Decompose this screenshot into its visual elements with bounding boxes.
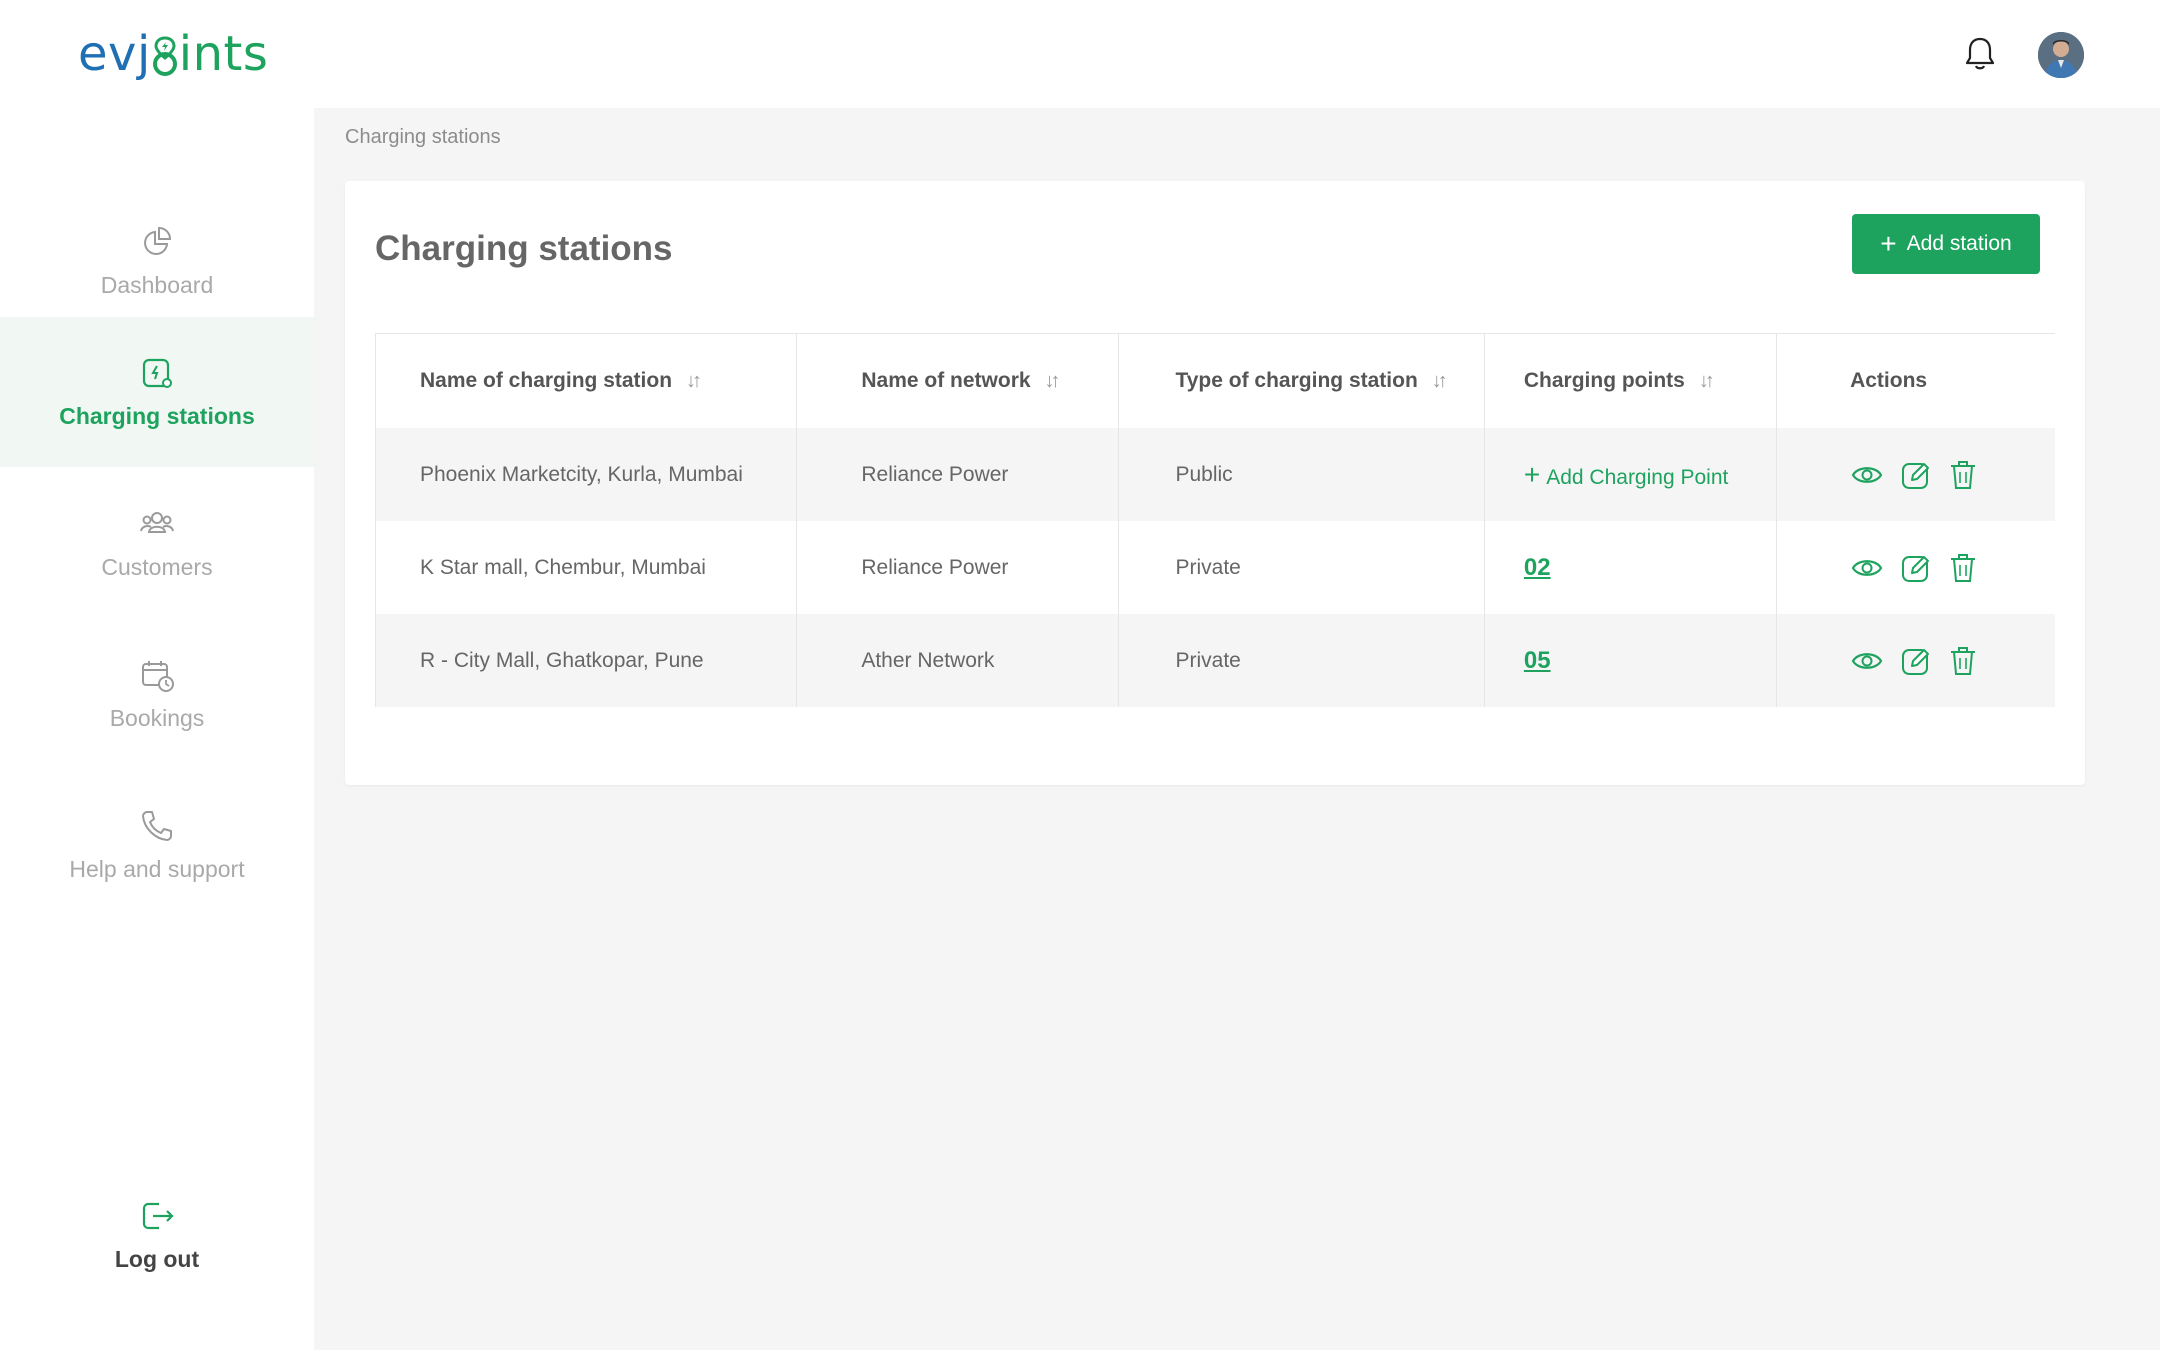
- column-header-type[interactable]: Type of charging station ↓↑: [1119, 334, 1485, 428]
- edit-icon[interactable]: [1900, 459, 1932, 491]
- charging-points-cell: 02: [1485, 521, 1778, 614]
- column-header-station[interactable]: Name of charging station ↓↑: [376, 334, 798, 428]
- main-content: Charging stations Charging stations + Ad…: [314, 108, 2160, 1350]
- logout-icon: [139, 1198, 175, 1234]
- stations-table: Name of charging station ↓↑ Name of netw…: [375, 333, 2055, 707]
- trash-icon[interactable]: [1948, 552, 1978, 584]
- phone-icon: [139, 808, 175, 844]
- network-name: Reliance Power: [797, 428, 1120, 521]
- sidebar-item-bookings[interactable]: Bookings: [0, 619, 314, 769]
- sort-icon[interactable]: ↓↑: [1432, 370, 1448, 393]
- column-header-charging-points[interactable]: Charging points ↓↑: [1485, 334, 1778, 428]
- table-row: R - City Mall, Ghatkopar, Pune Ather Net…: [376, 614, 2055, 707]
- network-name: Ather Network: [797, 614, 1120, 707]
- table-row: Phoenix Marketcity, Kurla, Mumbai Relian…: [376, 428, 2055, 521]
- sort-icon[interactable]: ↓↑: [686, 370, 702, 393]
- trash-icon[interactable]: [1948, 459, 1978, 491]
- plus-icon: +: [1523, 458, 1541, 490]
- edit-icon[interactable]: [1900, 552, 1932, 584]
- charging-station-icon: [139, 355, 175, 391]
- actions-cell: [1777, 614, 2055, 707]
- charging-points-cell: 05: [1485, 614, 1778, 707]
- actions-cell: [1777, 428, 2055, 521]
- table-row: K Star mall, Chembur, Mumbai Reliance Po…: [376, 521, 2055, 614]
- station-type: Public: [1119, 428, 1485, 521]
- station-type: Private: [1119, 614, 1485, 707]
- network-name: Reliance Power: [797, 521, 1120, 614]
- evjoints-logo[interactable]: evj ints: [78, 22, 268, 82]
- add-station-button[interactable]: + Add station: [1852, 214, 2040, 274]
- trash-icon[interactable]: [1948, 645, 1978, 677]
- sort-icon[interactable]: ↓↑: [1045, 370, 1061, 393]
- top-bar: evj ints: [0, 0, 2160, 108]
- breadcrumb[interactable]: Charging stations: [345, 126, 501, 149]
- users-icon: [139, 506, 175, 542]
- column-header-network[interactable]: Name of network ↓↑: [797, 334, 1120, 428]
- sidebar-item-customers[interactable]: Customers: [0, 468, 314, 618]
- sidebar-item-help-and-support[interactable]: Help and support: [0, 770, 314, 920]
- table-header-row: Name of charging station ↓↑ Name of netw…: [376, 333, 2055, 428]
- user-avatar[interactable]: [2038, 32, 2084, 78]
- sidebar-item-dashboard[interactable]: Dashboard: [0, 186, 314, 336]
- calendar-clock-icon: [139, 657, 175, 693]
- bell-icon[interactable]: [1962, 34, 1998, 72]
- eye-icon[interactable]: [1850, 458, 1884, 492]
- page-title: Charging stations: [375, 229, 673, 268]
- sidebar-item-charging-stations[interactable]: Charging stations: [0, 317, 314, 467]
- edit-icon[interactable]: [1900, 645, 1932, 677]
- station-name: Phoenix Marketcity, Kurla, Mumbai: [376, 428, 798, 521]
- charging-points-link[interactable]: 02: [1524, 554, 1551, 582]
- eye-icon[interactable]: [1850, 644, 1884, 678]
- location-pin-logo-icon: [152, 34, 178, 82]
- charging-points-cell: + Add Charging Point: [1485, 428, 1778, 521]
- sort-icon[interactable]: ↓↑: [1699, 370, 1715, 393]
- stations-card: Charging stations + Add station Name of …: [345, 181, 2085, 785]
- station-name: R - City Mall, Ghatkopar, Pune: [376, 614, 798, 707]
- eye-icon[interactable]: [1850, 551, 1884, 585]
- add-station-label: Add station: [1906, 232, 2012, 255]
- plus-icon: +: [1880, 228, 1897, 259]
- station-name: K Star mall, Chembur, Mumbai: [376, 521, 798, 614]
- charging-points-link[interactable]: 05: [1524, 647, 1551, 675]
- actions-cell: [1777, 521, 2055, 614]
- pie-chart-icon: [139, 224, 175, 260]
- station-type: Private: [1119, 521, 1485, 614]
- add-charging-point-link[interactable]: + Add Charging Point: [1524, 459, 1728, 491]
- logout-button[interactable]: Log out: [0, 1160, 314, 1310]
- sidebar: Dashboard Charging stations Customers Bo…: [0, 108, 314, 1350]
- column-header-actions: Actions: [1850, 369, 1928, 392]
